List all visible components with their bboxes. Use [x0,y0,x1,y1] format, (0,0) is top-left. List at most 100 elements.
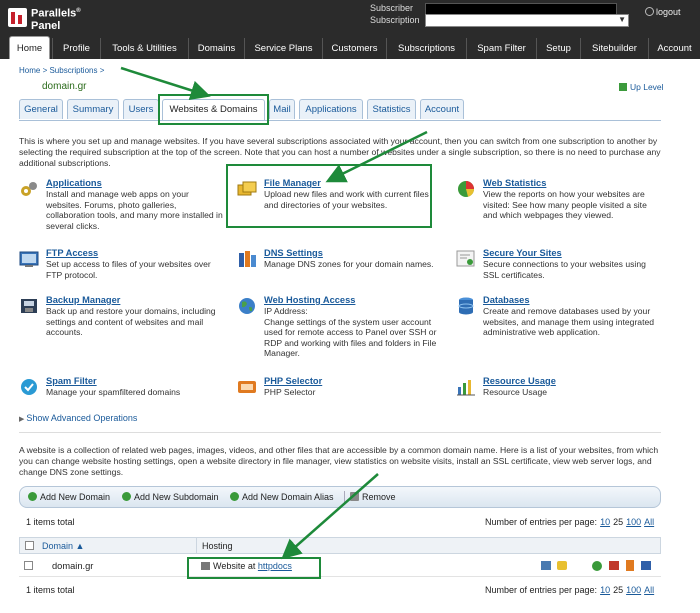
globe-icon [239,298,255,314]
select-all-checkbox[interactable] [25,541,34,550]
add-icon [122,492,131,501]
main-nav: Home Profile Tools & Utilities Domains S… [0,36,700,59]
tab-summary[interactable]: Summary [67,99,119,119]
certificate-icon [456,250,475,267]
tab-applications[interactable]: Applications [299,99,363,119]
tab-general[interactable]: General [19,99,63,119]
parallels-logo[interactable]: Parallels® Panel [8,5,82,33]
brand-text: Parallels® Panel [31,7,81,32]
trash-icon [350,492,359,501]
tab-statistics[interactable]: Statistics [367,99,416,119]
nav-setup[interactable]: Setup [536,38,580,59]
table-header: Domain ▲ Hosting [19,537,661,554]
parallels-logo-mark [8,8,27,27]
logout-link[interactable]: logout [645,7,681,17]
tool-name[interactable]: DNS Settings [264,248,323,258]
column-hosting: Hosting [202,541,233,551]
subscription-select[interactable]: ▼ [425,14,629,27]
nav-tools-utilities[interactable]: Tools & Utilities [100,38,188,59]
per-page-10[interactable]: 10 [600,517,610,527]
nav-domains[interactable]: Domains [188,38,244,59]
nav-customers[interactable]: Customers [322,38,386,59]
tab-users[interactable]: Users [123,99,159,119]
toolbar-separator [344,491,345,504]
applications-icon [21,182,37,196]
tool-name[interactable]: Web Hosting Access [264,295,355,305]
per-page-all[interactable]: All [644,517,654,527]
tool-description: Resource Usage [483,387,548,397]
highlight-websites-domains-tab [158,94,269,125]
nav-service-plans[interactable]: Service Plans [244,38,322,59]
dns-row-icon[interactable] [641,561,651,570]
add-new-subdomain-button[interactable]: Add New Subdomain [122,492,219,502]
up-level-link[interactable]: Up Level [619,82,664,92]
tabs-divider [19,120,661,121]
database-icon [458,297,474,315]
table-row: domain.gr Website at httpdocs [19,556,661,577]
nav-subscriptions[interactable]: Subscriptions [386,38,466,59]
section-divider [19,432,661,433]
nav-account[interactable]: Account [648,38,700,59]
subscription-label: Subscription [370,15,420,25]
bar-chart-icon [457,380,475,396]
column-domain[interactable]: Domain ▲ [42,541,84,551]
add-new-domain-button[interactable]: Add New Domain [28,492,110,502]
subscription-tabs: General Summary Users Websites & Domains… [19,99,661,120]
up-arrow-icon [619,83,627,91]
domain-name-link[interactable]: domain.gr [52,561,93,571]
items-total: 1 items total [26,517,75,527]
logs-icon[interactable] [609,561,619,570]
statistics-icon[interactable] [592,561,602,571]
tool-name[interactable]: FTP Access [46,248,98,258]
highlight-file-manager [226,164,432,228]
tool-description: Secure connections to your websites usin… [483,259,646,280]
tool-name[interactable]: Backup Manager [46,295,120,305]
items-total-bottom: 1 items total [26,585,75,595]
lock-icon[interactable] [557,561,567,570]
tool-description: Install and manage web apps on your webs… [46,189,223,231]
per-page-25: 25 [613,517,624,527]
nav-home[interactable]: Home [9,36,50,59]
file-manager-icon[interactable] [626,560,634,571]
ftp-icon [19,251,39,267]
tool-description: PHP Selector [264,387,316,397]
tool-description: Manage DNS zones for your domain names. [264,259,434,269]
php-icon [238,381,256,393]
pie-chart-icon [458,181,474,197]
preview-icon[interactable] [541,561,551,570]
breadcrumb[interactable]: Home > Subscriptions > [19,66,104,75]
tool-name[interactable]: Resource Usage [483,376,556,386]
top-bar: Parallels® Panel Subscriber Subscription … [0,0,700,38]
nav-profile[interactable]: Profile [52,38,100,59]
tool-description: Set up access to files of your websites … [46,259,211,280]
tab-mail[interactable]: Mail [269,99,295,119]
websites-description: A website is a collection of related web… [19,445,659,477]
tool-description: Back up and restore your domains, includ… [46,306,216,338]
tool-name[interactable]: PHP Selector [264,376,322,386]
tool-name[interactable]: Applications [46,178,102,188]
list-toolbar: Add New Domain Add New Subdomain Add New… [19,486,661,508]
entries-per-page: Number of entries per page: 10 25 100 All [485,517,655,527]
highlight-hosting-link [187,557,321,579]
add-icon [28,492,37,501]
nav-sitebuilder[interactable]: Sitebuilder [580,38,648,59]
tool-name[interactable]: Web Statistics [483,178,546,188]
per-page-100[interactable]: 100 [626,517,641,527]
tab-account[interactable]: Account [420,99,464,119]
chevron-down-icon: ▼ [618,15,626,24]
page-title: domain.gr [42,81,87,92]
logout-icon [645,7,654,16]
tool-name[interactable]: Spam Filter [46,376,97,386]
remove-button[interactable]: Remove [350,492,396,502]
tool-name[interactable]: Secure Your Sites [483,248,562,258]
add-icon [230,492,239,501]
row-checkbox[interactable] [24,561,33,570]
nav-spam-filter[interactable]: Spam Filter [466,38,536,59]
tool-description: View the reports on how your websites ar… [483,189,647,221]
tool-name[interactable]: Databases [483,295,530,305]
show-advanced-operations[interactable]: ▶ Show Advanced Operations [19,413,137,423]
spam-filter-icon [21,379,37,395]
add-new-domain-alias-button[interactable]: Add New Domain Alias [230,492,334,502]
subscriber-label: Subscriber [370,3,414,13]
dns-icon [239,251,256,267]
